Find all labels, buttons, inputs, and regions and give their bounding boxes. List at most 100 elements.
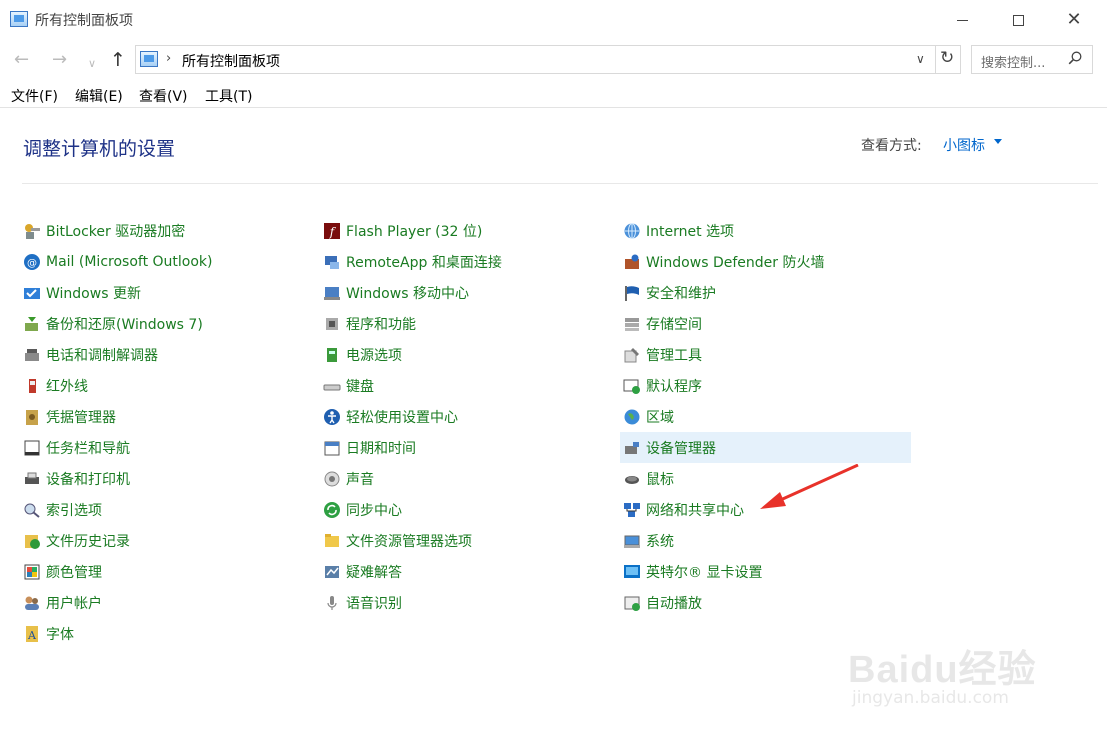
control-panel-item-label[interactable]: 安全和维护 <box>646 283 716 303</box>
control-panel-item-label[interactable]: RemoteApp 和桌面连接 <box>346 252 502 272</box>
control-panel-item-label[interactable]: Windows 更新 <box>46 283 141 303</box>
control-panel-item-label[interactable]: 备份和还原(Windows 7) <box>46 314 203 334</box>
control-panel-item-label[interactable]: 系统 <box>646 531 674 551</box>
up-arrow-icon[interactable]: ↑ <box>110 50 126 70</box>
mouse-icon <box>623 470 641 488</box>
back-arrow-icon[interactable]: ← <box>14 50 29 70</box>
control-panel-item[interactable]: 同步中心 <box>320 494 610 525</box>
view-by-dropdown[interactable]: 小图标 <box>943 135 985 155</box>
control-panel-item[interactable]: 默认程序 <box>620 370 910 401</box>
control-panel-item[interactable]: 英特尔® 显卡设置 <box>620 556 910 587</box>
control-panel-item-label[interactable]: 程序和功能 <box>346 314 416 334</box>
breadcrumb-chevron-icon[interactable]: › <box>166 51 171 66</box>
control-panel-item-label[interactable]: 存储空间 <box>646 314 702 334</box>
control-panel-item[interactable]: 文件资源管理器选项 <box>320 525 610 556</box>
control-panel-item[interactable]: Windows Defender 防火墙 <box>620 246 910 277</box>
control-panel-item[interactable]: 系统 <box>620 525 910 556</box>
control-panel-item-label[interactable]: 声音 <box>346 469 374 489</box>
control-panel-item-label[interactable]: 电话和调制解调器 <box>46 345 158 365</box>
menu-view[interactable]: 查看(V) <box>139 86 188 106</box>
search-input[interactable]: 搜索控制... <box>971 45 1093 74</box>
control-panel-item[interactable]: 电源选项 <box>320 339 610 370</box>
address-dropdown-icon[interactable]: ∨ <box>916 52 925 66</box>
control-panel-item[interactable]: 电话和调制解调器 <box>20 339 310 370</box>
page-title: 调整计算机的设置 <box>23 138 176 160</box>
control-panel-item[interactable]: 任务栏和导航 <box>20 432 310 463</box>
control-panel-item[interactable]: 声音 <box>320 463 610 494</box>
recent-locations-chevron-icon[interactable]: ∨ <box>88 54 96 74</box>
control-panel-item-label[interactable]: 任务栏和导航 <box>46 438 130 458</box>
control-panel-item-label[interactable]: 设备管理器 <box>646 438 716 458</box>
control-panel-item-label[interactable]: Windows Defender 防火墙 <box>646 252 824 272</box>
menu-edit[interactable]: 编辑(E) <box>75 86 123 106</box>
control-panel-item-label[interactable]: 字体 <box>46 624 74 644</box>
control-panel-item-label[interactable]: 索引选项 <box>46 500 102 520</box>
control-panel-item-label[interactable]: Flash Player (32 位) <box>346 221 482 241</box>
control-panel-item-label[interactable]: 管理工具 <box>646 345 702 365</box>
forward-arrow-icon[interactable]: → <box>52 50 67 70</box>
control-panel-item-label[interactable]: 疑难解答 <box>346 562 402 582</box>
control-panel-item-label[interactable]: 凭据管理器 <box>46 407 116 427</box>
control-panel-item[interactable]: Windows 移动中心 <box>320 277 610 308</box>
control-panel-item[interactable]: 存储空间 <box>620 308 910 339</box>
control-panel-item[interactable]: 疑难解答 <box>320 556 610 587</box>
control-panel-item-label[interactable]: 日期和时间 <box>346 438 416 458</box>
control-panel-item-label[interactable]: 用户帐户 <box>46 593 102 613</box>
menu-tools[interactable]: 工具(T) <box>205 86 252 106</box>
control-panel-item[interactable]: Internet 选项 <box>620 215 910 246</box>
control-panel-item[interactable]: 设备管理器 <box>620 432 911 463</box>
control-panel-item[interactable]: 用户帐户 <box>20 587 310 618</box>
search-icon[interactable] <box>1068 51 1082 65</box>
control-panel-item-label[interactable]: 红外线 <box>46 376 88 396</box>
control-panel-item-label[interactable]: 文件历史记录 <box>46 531 130 551</box>
control-panel-item-label[interactable]: 键盘 <box>346 376 374 396</box>
minimize-button[interactable] <box>939 0 985 40</box>
address-bar[interactable]: › 所有控制面板项 ∨ ↻ <box>135 45 961 74</box>
control-panel-item[interactable]: 红外线 <box>20 370 310 401</box>
menu-file[interactable]: 文件(F) <box>11 86 58 106</box>
refresh-icon[interactable]: ↻ <box>940 48 954 68</box>
control-panel-item[interactable]: 安全和维护 <box>620 277 910 308</box>
control-panel-item[interactable]: 区域 <box>620 401 910 432</box>
control-panel-item-label[interactable]: 英特尔® 显卡设置 <box>646 562 762 582</box>
breadcrumb[interactable]: 所有控制面板项 <box>182 51 280 71</box>
control-panel-item-label[interactable]: 默认程序 <box>646 376 702 396</box>
control-panel-item[interactable]: 设备和打印机 <box>20 463 310 494</box>
control-panel-item[interactable]: 索引选项 <box>20 494 310 525</box>
control-panel-item[interactable]: 键盘 <box>320 370 610 401</box>
control-panel-item-label[interactable]: BitLocker 驱动器加密 <box>46 221 185 241</box>
control-panel-item-label[interactable]: 鼠标 <box>646 469 674 489</box>
control-panel-item[interactable]: 管理工具 <box>620 339 910 370</box>
maximize-button[interactable] <box>995 0 1041 40</box>
view-by-caret-icon[interactable] <box>994 139 1002 144</box>
control-panel-item[interactable]: 自动播放 <box>620 587 910 618</box>
control-panel-item-label[interactable]: 语音识别 <box>346 593 402 613</box>
control-panel-item[interactable]: 语音识别 <box>320 587 610 618</box>
control-panel-item-label[interactable]: Windows 移动中心 <box>346 283 469 303</box>
control-panel-item-label[interactable]: 同步中心 <box>346 500 402 520</box>
control-panel-item[interactable]: 轻松使用设置中心 <box>320 401 610 432</box>
control-panel-item-label[interactable]: 自动播放 <box>646 593 702 613</box>
close-button[interactable]: ✕ <box>1051 0 1097 40</box>
control-panel-item-label[interactable]: 设备和打印机 <box>46 469 130 489</box>
control-panel-item[interactable]: 文件历史记录 <box>20 525 310 556</box>
control-panel-item-label[interactable]: 文件资源管理器选项 <box>346 531 472 551</box>
control-panel-item[interactable]: @ Mail (Microsoft Outlook) <box>20 246 310 277</box>
control-panel-item-label[interactable]: 网络和共享中心 <box>646 500 744 520</box>
control-panel-item[interactable]: 程序和功能 <box>320 308 610 339</box>
control-panel-item-label[interactable]: Mail (Microsoft Outlook) <box>46 254 212 270</box>
control-panel-item-label[interactable]: 区域 <box>646 407 674 427</box>
control-panel-item[interactable]: Windows 更新 <box>20 277 310 308</box>
control-panel-item[interactable]: 颜色管理 <box>20 556 310 587</box>
control-panel-item-label[interactable]: 轻松使用设置中心 <box>346 407 458 427</box>
control-panel-item[interactable]: A 字体 <box>20 618 310 649</box>
control-panel-item[interactable]: f Flash Player (32 位) <box>320 215 610 246</box>
control-panel-item[interactable]: 凭据管理器 <box>20 401 310 432</box>
control-panel-item[interactable]: 日期和时间 <box>320 432 610 463</box>
control-panel-item[interactable]: BitLocker 驱动器加密 <box>20 215 310 246</box>
control-panel-item[interactable]: RemoteApp 和桌面连接 <box>320 246 610 277</box>
control-panel-item-label[interactable]: Internet 选项 <box>646 221 734 241</box>
control-panel-item-label[interactable]: 颜色管理 <box>46 562 102 582</box>
control-panel-item-label[interactable]: 电源选项 <box>346 345 402 365</box>
control-panel-item[interactable]: 备份和还原(Windows 7) <box>20 308 310 339</box>
